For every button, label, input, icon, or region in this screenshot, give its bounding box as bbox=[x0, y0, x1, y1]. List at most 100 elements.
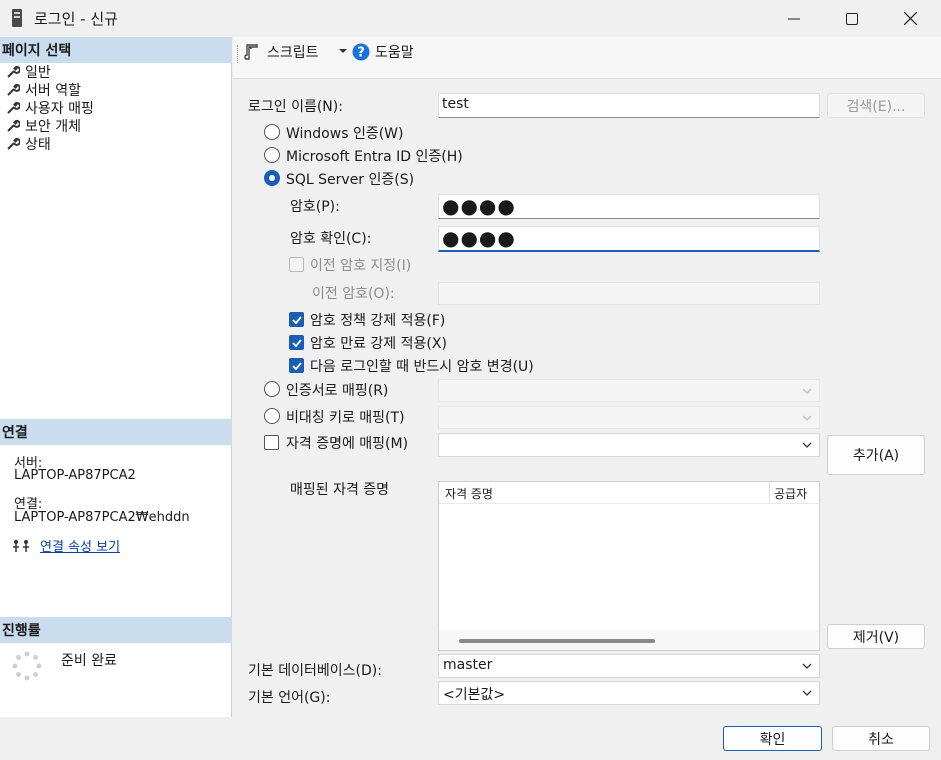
remove-button[interactable]: 제거(V) bbox=[827, 624, 925, 649]
dropdown-icon[interactable] bbox=[339, 47, 347, 55]
search-button[interactable]: 검색(E)... bbox=[827, 93, 925, 118]
enforce-expiration-checkbox[interactable] bbox=[289, 335, 304, 350]
confirm-password-input[interactable]: ●●●● bbox=[438, 226, 820, 252]
page-item-label: 일반 bbox=[25, 65, 51, 81]
chevron-down-icon bbox=[802, 442, 812, 448]
script-button[interactable]: 스크립트 bbox=[243, 40, 319, 64]
certificate-select[interactable] bbox=[438, 379, 820, 402]
maximize-button[interactable] bbox=[823, 0, 881, 37]
help-icon: ? bbox=[352, 43, 370, 61]
page-item-general[interactable]: 일반 bbox=[6, 62, 51, 82]
wrench-icon bbox=[7, 83, 20, 96]
login-name-label: 로그인 이름(N): bbox=[248, 99, 343, 115]
script-icon bbox=[244, 44, 258, 60]
old-password-input[interactable] bbox=[438, 282, 820, 305]
password-label: 암호(P): bbox=[290, 199, 340, 215]
window-title: 로그인 - 신규 bbox=[34, 10, 118, 28]
wrench-icon bbox=[7, 101, 20, 114]
horizontal-scrollbar[interactable] bbox=[439, 630, 819, 650]
grid-col-divider bbox=[769, 482, 770, 504]
server-value: LAPTOP-AP87PCA2 bbox=[14, 468, 136, 483]
page-item-label: 서버 역할 bbox=[25, 83, 81, 99]
map-asym-key-radio[interactable] bbox=[264, 408, 280, 424]
enforce-policy-label: 암호 정책 강제 적용(F) bbox=[310, 313, 446, 329]
page-item-label: 사용자 매핑 bbox=[25, 101, 94, 117]
page-item-label: 상태 bbox=[25, 137, 51, 153]
enforce-policy-checkbox[interactable] bbox=[289, 312, 304, 327]
progress-status: 준비 완료 bbox=[61, 653, 117, 669]
must-change-checkbox[interactable] bbox=[289, 358, 304, 373]
checkmark-icon bbox=[292, 316, 302, 325]
grid-header: 자격 증명 공급자 bbox=[439, 482, 819, 504]
toolbar-grip bbox=[237, 45, 238, 63]
cancel-button[interactable]: 취소 bbox=[832, 726, 930, 751]
page-item-status[interactable]: 상태 bbox=[6, 134, 51, 154]
wrench-icon bbox=[7, 65, 20, 78]
toolbar: 스크립트 ? 도움말 bbox=[233, 37, 941, 79]
minimize-icon bbox=[788, 18, 800, 19]
help-button[interactable]: ? 도움말 bbox=[352, 40, 414, 64]
progress-header: 진행률 bbox=[0, 617, 232, 643]
default-lang-label: 기본 언어(G): bbox=[248, 690, 331, 706]
chevron-down-icon bbox=[802, 663, 812, 669]
help-label: 도움말 bbox=[375, 45, 414, 61]
map-cert-radio[interactable] bbox=[264, 381, 280, 397]
mapped-credentials-grid[interactable]: 자격 증명 공급자 bbox=[438, 481, 820, 651]
default-db-label: 기본 데이터베이스(D): bbox=[248, 663, 382, 679]
page-item-label: 보안 개체 bbox=[25, 119, 81, 135]
connection-header: 연결 bbox=[0, 419, 232, 445]
spinner-icon bbox=[12, 651, 42, 681]
windows-auth-radio[interactable] bbox=[264, 124, 280, 140]
default-db-value: master bbox=[443, 657, 493, 673]
default-lang-value: <기본값> bbox=[443, 687, 506, 703]
script-label: 스크립트 bbox=[267, 45, 319, 61]
enforce-expiration-label: 암호 만료 강제 적용(X) bbox=[310, 336, 447, 352]
chevron-down-icon bbox=[802, 388, 812, 394]
old-password-checkbox[interactable] bbox=[289, 257, 304, 272]
chevron-down-icon bbox=[802, 415, 812, 421]
grid-col-provider[interactable]: 공급자 bbox=[774, 485, 807, 502]
wrench-icon bbox=[7, 137, 20, 150]
confirm-password-label: 암호 확인(C): bbox=[290, 231, 372, 247]
page-item-server-roles[interactable]: 서버 역할 bbox=[6, 80, 81, 100]
map-cert-label: 인증서로 매핑(R) bbox=[286, 383, 389, 399]
old-password-label: 이전 암호(O): bbox=[312, 286, 395, 302]
login-name-input[interactable]: test bbox=[438, 93, 820, 118]
connection-value: LAPTOP-AP87PCA2₩ehddn bbox=[14, 510, 190, 525]
map-credential-label: 자격 증명에 매핑(M) bbox=[286, 436, 409, 452]
asym-key-select[interactable] bbox=[438, 406, 820, 429]
checkmark-icon bbox=[292, 339, 302, 348]
close-button[interactable] bbox=[881, 0, 939, 37]
connection-icon bbox=[13, 540, 29, 552]
windows-auth-label: Windows 인증(W) bbox=[286, 126, 404, 142]
left-pane: 페이지 선택 일반 서버 역할 사용자 매핑 보안 개체 상태 연결 서버: L… bbox=[0, 37, 232, 717]
maximize-icon bbox=[846, 12, 858, 25]
minimize-button[interactable] bbox=[765, 0, 823, 37]
password-input[interactable]: ●●●● bbox=[438, 194, 820, 219]
old-password-check-label: 이전 암호 지정(I) bbox=[310, 258, 412, 274]
entra-auth-radio[interactable] bbox=[264, 147, 280, 163]
sql-auth-radio[interactable] bbox=[264, 170, 280, 186]
close-icon bbox=[903, 12, 917, 25]
sql-auth-label: SQL Server 인증(S) bbox=[286, 172, 415, 188]
wrench-icon bbox=[7, 119, 20, 132]
page-item-securables[interactable]: 보안 개체 bbox=[6, 116, 81, 136]
must-change-label: 다음 로그인할 때 반드시 암호 변경(U) bbox=[310, 359, 534, 375]
default-db-select[interactable]: master bbox=[438, 654, 820, 678]
default-lang-select[interactable]: <기본값> bbox=[438, 681, 820, 705]
add-button[interactable]: 추가(A) bbox=[827, 435, 925, 475]
credential-select[interactable] bbox=[438, 433, 820, 457]
view-connection-properties-link[interactable]: 연결 속성 보기 bbox=[40, 536, 120, 555]
mapped-credentials-label: 매핑된 자격 증명 bbox=[290, 482, 390, 498]
checkmark-icon bbox=[292, 362, 302, 371]
map-asym-key-label: 비대칭 키로 매핑(T) bbox=[286, 410, 405, 426]
grid-col-credential[interactable]: 자격 증명 bbox=[445, 485, 493, 502]
title-bar: 로그인 - 신규 bbox=[0, 0, 941, 37]
page-item-user-mapping[interactable]: 사용자 매핑 bbox=[6, 98, 94, 118]
entra-auth-label: Microsoft Entra ID 인증(H) bbox=[286, 149, 463, 165]
ok-button[interactable]: 확인 bbox=[723, 726, 822, 751]
map-credential-checkbox[interactable] bbox=[264, 435, 279, 450]
scrollbar-thumb[interactable] bbox=[459, 639, 655, 643]
chevron-down-icon bbox=[802, 690, 812, 696]
login-form-pane: 로그인 이름(N): test 검색(E)... Windows 인증(W) M… bbox=[233, 79, 941, 717]
